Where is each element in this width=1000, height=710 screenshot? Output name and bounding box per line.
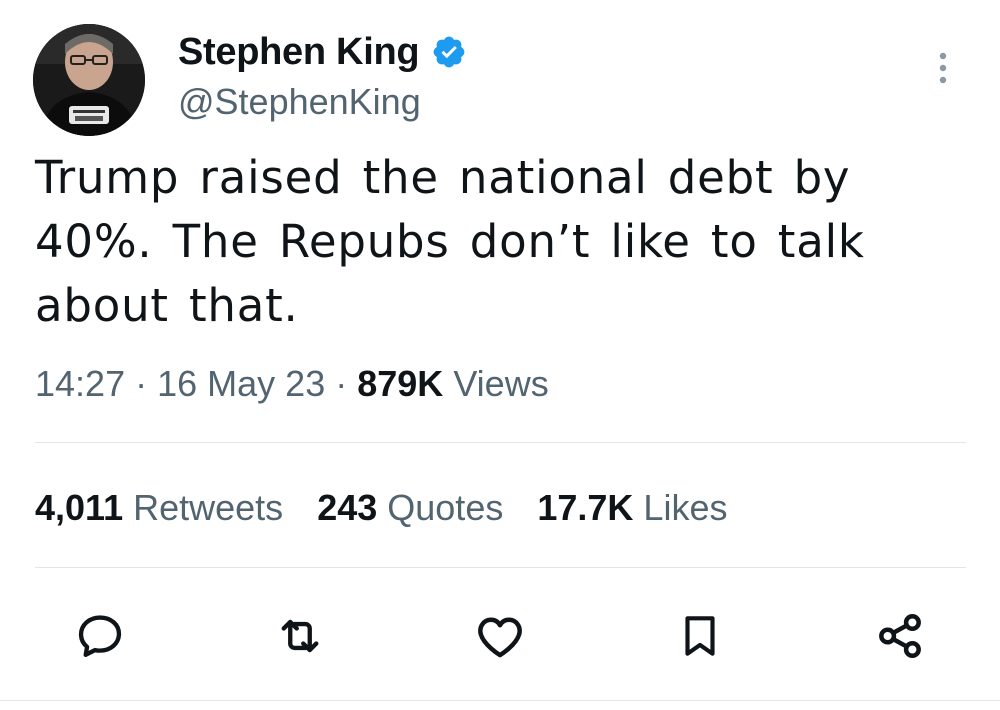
tweet-date[interactable]: 16 May 23	[157, 363, 325, 404]
bookmark-icon	[685, 616, 715, 656]
share-button[interactable]	[872, 608, 928, 664]
avatar[interactable]	[33, 24, 145, 136]
tweet-meta: 14:27 · 16 May 23 · 879K Views	[35, 362, 549, 406]
quotes-stat[interactable]: 243 Quotes	[317, 486, 503, 530]
tweet: Stephen King @StephenKing Trump raised t…	[0, 0, 1000, 710]
more-options-button[interactable]	[926, 50, 960, 90]
more-vertical-icon	[939, 52, 947, 84]
speech-bubble-icon	[78, 615, 122, 658]
views-label[interactable]: Views	[453, 363, 548, 404]
bottom-divider	[0, 700, 1000, 701]
retweet-button[interactable]	[272, 608, 328, 664]
author-name-text[interactable]: Stephen King	[178, 30, 420, 74]
heart-icon	[478, 617, 522, 658]
bookmark-button[interactable]	[672, 608, 728, 664]
likes-count: 17.7K	[537, 487, 634, 528]
meta-separator: ·	[335, 363, 358, 404]
likes-stat[interactable]: 17.7K Likes	[537, 486, 727, 530]
tweet-text: Trump raised the national debt by 40%. T…	[35, 151, 865, 332]
engagement-stats: 4,011 Retweets 243 Quotes 17.7K Likes	[35, 486, 761, 530]
author-name[interactable]: Stephen King	[178, 30, 467, 74]
divider	[35, 567, 966, 568]
avatar-photo	[33, 24, 145, 136]
retweets-label: Retweets	[133, 487, 284, 528]
reply-button[interactable]	[72, 608, 128, 664]
quotes-count: 243	[317, 487, 378, 528]
quotes-label: Quotes	[387, 487, 504, 528]
meta-separator: ·	[135, 363, 158, 404]
likes-label: Likes	[643, 487, 728, 528]
author-handle[interactable]: @StephenKing	[178, 80, 421, 124]
verified-badge-icon	[433, 36, 465, 68]
retweets-count: 4,011	[35, 487, 124, 528]
like-button[interactable]	[472, 608, 528, 664]
share-icon	[879, 613, 921, 659]
retweets-stat[interactable]: 4,011 Retweets	[35, 486, 283, 530]
tweet-time[interactable]: 14:27	[35, 363, 125, 404]
divider	[35, 442, 966, 443]
retweet-icon	[281, 619, 319, 653]
views-count[interactable]: 879K	[357, 363, 453, 404]
